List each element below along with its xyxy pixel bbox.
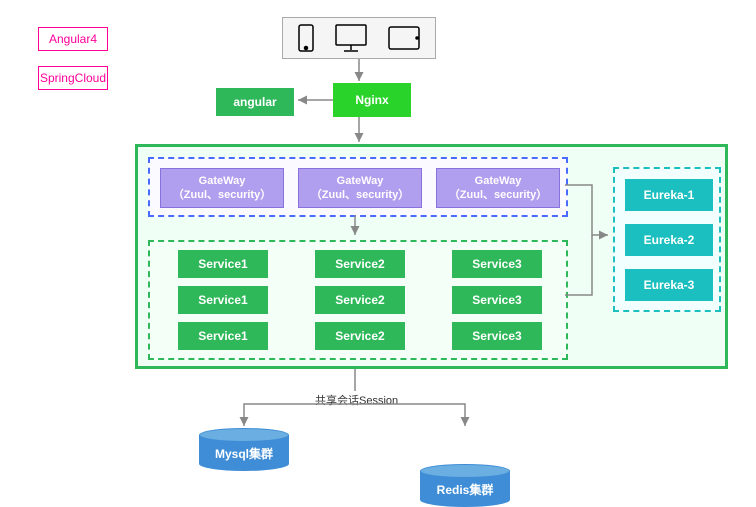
mysql-cluster: Mysql集群: [199, 435, 289, 471]
gateway-label: GateWay: [199, 174, 246, 188]
service3-node-c: Service3: [452, 322, 542, 350]
gateway-sublabel: （Zuul、security）: [449, 188, 547, 202]
nginx-node: Nginx: [333, 83, 411, 117]
eureka-group: Eureka-1 Eureka-2 Eureka-3: [613, 167, 721, 312]
eureka-node-2: Eureka-2: [625, 224, 713, 256]
phone-icon: [297, 23, 315, 53]
gateway-label: GateWay: [475, 174, 522, 188]
gateway-sublabel: （Zuul、security）: [311, 188, 409, 202]
service1-node-c: Service1: [178, 322, 268, 350]
service2-node-b: Service2: [315, 286, 405, 314]
redis-cluster: Redis集群: [420, 471, 510, 507]
devices-box: [282, 17, 436, 59]
legend-angular4: Angular4: [38, 27, 108, 51]
gateway-group: GateWay （Zuul、security） GateWay （Zuul、se…: [148, 157, 568, 217]
services-group: Service1 Service1 Service1 Service2 Serv…: [148, 240, 568, 360]
service3-node-b: Service3: [452, 286, 542, 314]
service1-node-a: Service1: [178, 250, 268, 278]
legend-springcloud: SpringCloud: [38, 66, 108, 90]
service2-node-c: Service2: [315, 322, 405, 350]
gateway-sublabel: （Zuul、security）: [173, 188, 271, 202]
springcloud-container: GateWay （Zuul、security） GateWay （Zuul、se…: [135, 144, 728, 369]
gateway-node-3: GateWay （Zuul、security）: [436, 168, 560, 208]
eureka-node-1: Eureka-1: [625, 179, 713, 211]
gateway-node-1: GateWay （Zuul、security）: [160, 168, 284, 208]
gateway-label: GateWay: [337, 174, 384, 188]
service3-node-a: Service3: [452, 250, 542, 278]
eureka-node-3: Eureka-3: [625, 269, 713, 301]
monitor-icon: [334, 23, 368, 53]
service1-node-b: Service1: [178, 286, 268, 314]
angular-node: angular: [216, 88, 294, 116]
session-label: 共享会话Session: [313, 392, 400, 408]
service2-node-a: Service2: [315, 250, 405, 278]
gateway-node-2: GateWay （Zuul、security）: [298, 168, 422, 208]
tablet-icon: [387, 25, 421, 51]
